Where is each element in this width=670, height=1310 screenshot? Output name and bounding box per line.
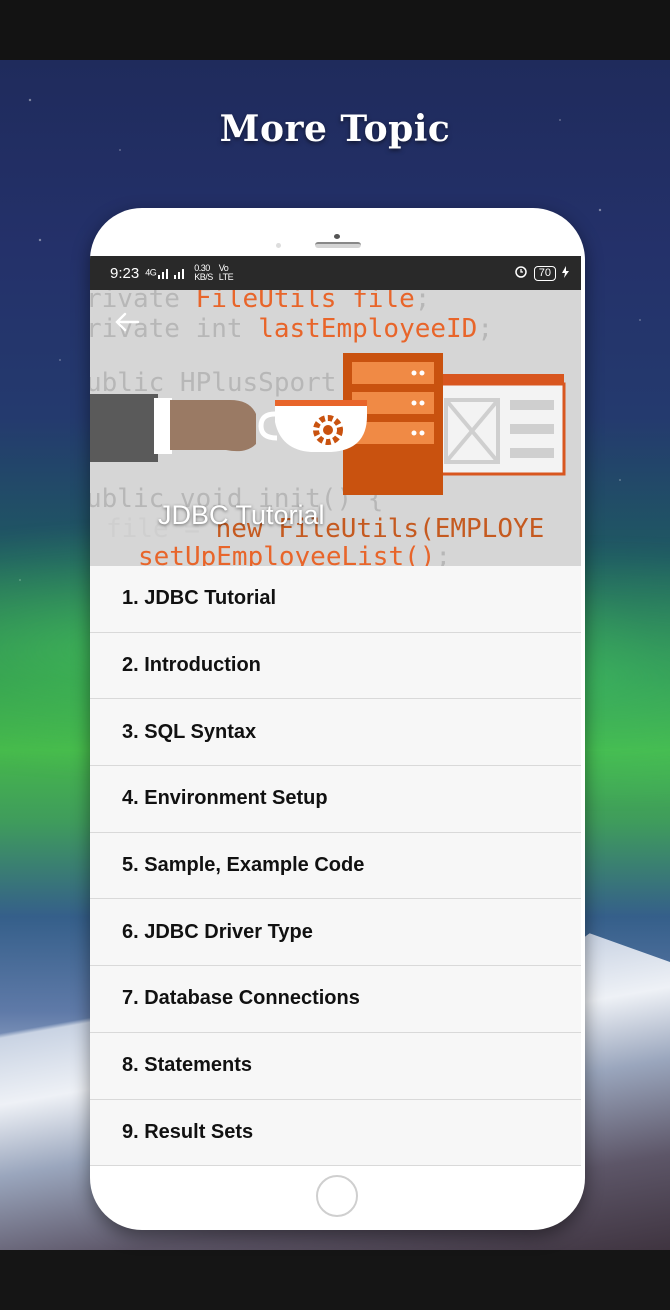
topic-label: 1. JDBC Tutorial [122,587,277,610]
charging-icon [562,265,569,282]
earpiece-speaker [315,242,361,248]
top-black-bar [0,0,670,60]
phone-frame: 9:23 4G 0.30 KB/S Vo LTE 70 rivate FileU… [90,208,585,1230]
alarm-icon [514,264,528,282]
banner-title: JDBC Tutorial [158,500,325,530]
topic-item[interactable]: 3. SQL Syntax [90,699,581,767]
topic-item[interactable]: 2. Introduction [90,632,581,700]
topic-label: 9. Result Sets [122,1120,254,1143]
front-camera [334,234,340,239]
topic-list: 1. JDBC Tutorial 2. Introduction 3. SQL … [90,566,581,1166]
battery-level: 70 [533,265,556,281]
network-speed: 0.30 KB/S [194,263,213,282]
volte-indicator: Vo LTE [218,263,234,282]
tutorial-banner: rivate FileUtils file; rivate int lastEm… [90,290,581,566]
topic-label: 2. Introduction [122,654,261,677]
topic-label: 5. Sample, Example Code [122,854,365,877]
topic-label: 4. Environment Setup [122,787,328,810]
status-bar: 9:23 4G 0.30 KB/S Vo LTE 70 [90,256,581,290]
topic-label: 6. JDBC Driver Type [122,920,313,943]
status-right: 70 [514,264,569,282]
topic-label: 3. SQL Syntax [122,720,257,743]
topic-item[interactable]: 7. Database Connections [90,966,581,1033]
topic-item[interactable]: 5. Sample, Example Code [90,832,581,900]
topic-item[interactable]: 6. JDBC Driver Type [90,899,581,967]
status-time: 9:23 [110,264,140,282]
back-button[interactable] [114,308,140,340]
topic-label: 7. Database Connections [122,987,360,1010]
phone-screen: 9:23 4G 0.30 KB/S Vo LTE 70 rivate FileU… [90,256,581,1166]
topic-item[interactable]: 8. Statements [90,1032,581,1100]
signal-icon: 4G [145,267,188,279]
topic-item[interactable]: 9. Result Sets [90,1099,581,1166]
arrow-left-icon [115,312,140,332]
topic-label: 8. Statements [122,1054,253,1077]
bottom-black-bar [0,1250,670,1310]
topic-item[interactable]: 4. Environment Setup [90,766,581,833]
network-type: 4G [145,267,157,278]
topic-item[interactable]: 1. JDBC Tutorial [90,566,581,633]
proximity-sensor [276,243,281,248]
promo-headline: More Topic [219,108,451,150]
home-button[interactable] [316,1175,358,1217]
